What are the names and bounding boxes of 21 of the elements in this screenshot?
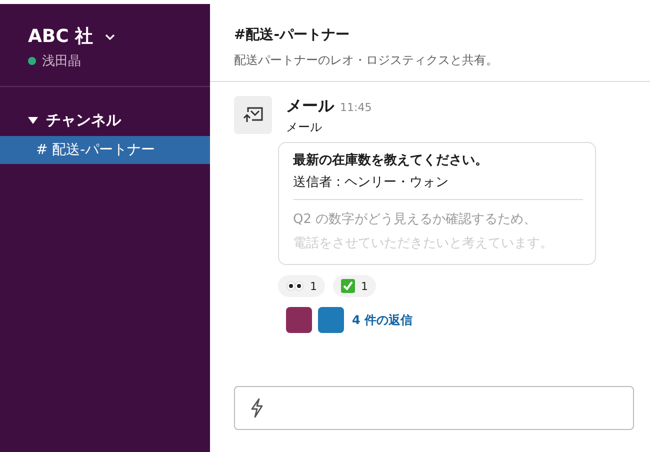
user-name: 浅田晶	[42, 53, 81, 70]
email-sender: 送信者 : ヘンリー・ウォン	[293, 173, 583, 200]
check-mark-icon	[341, 279, 355, 293]
section-header[interactable]: チャンネル	[28, 111, 121, 130]
channel-description: 配送パートナーのレオ・ロジスティクスと共有。	[234, 52, 499, 69]
replies-link[interactable]: 4 件の返信	[352, 312, 413, 328]
message-text: メール	[286, 119, 323, 136]
lightning-icon	[249, 398, 265, 418]
mail-icon	[243, 106, 263, 124]
sender-name[interactable]: メール	[286, 96, 334, 117]
timestamp[interactable]: 11:45	[340, 101, 372, 114]
email-subject: 最新の在庫数を教えてください。	[293, 152, 489, 169]
message-input-field[interactable]	[234, 386, 634, 430]
reaction-button[interactable]: 1	[278, 275, 325, 297]
eyes-icon	[286, 281, 304, 291]
channel-item[interactable]: # 配送-パートナー	[0, 136, 210, 164]
email-preview-line: Q2 の数字がどう見えるか確認するため、	[293, 211, 538, 229]
workspace-name[interactable]: ABC 社	[28, 24, 94, 48]
chevron-down-icon	[105, 34, 116, 40]
reaction-button[interactable]: 1	[333, 275, 376, 297]
channel-title: #配送-パートナー	[234, 26, 351, 44]
